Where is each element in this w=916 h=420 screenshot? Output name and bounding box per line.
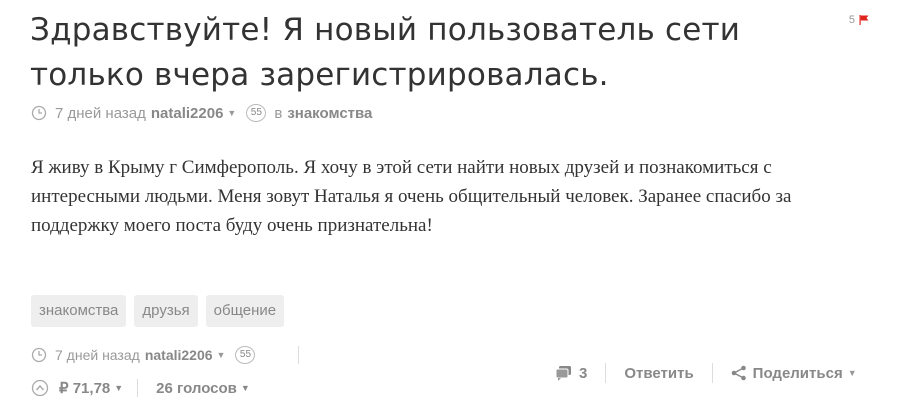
share-label: Поделиться	[752, 364, 843, 382]
votes-count[interactable]: 26 голосов	[156, 380, 237, 397]
author-link[interactable]: natali2206	[151, 105, 224, 122]
blog-category-link[interactable]: знакомства	[287, 105, 372, 122]
comments-count: 3	[579, 364, 588, 382]
author-reputation-badge: 55	[235, 346, 256, 364]
payout-value[interactable]: ₽ 71,78	[59, 379, 110, 397]
divider	[605, 363, 607, 383]
reply-button[interactable]: Ответить	[624, 365, 693, 382]
tag-item[interactable]: друзья	[134, 295, 198, 327]
caret-down-icon[interactable]: ▼	[217, 350, 226, 360]
in-label: в	[274, 104, 283, 122]
share-button[interactable]: Поделиться ▼	[731, 365, 857, 382]
share-icon	[731, 365, 746, 381]
post-actions: 3 Ответить Поделиться ▼	[555, 363, 857, 383]
rating-bar: ₽ 71,78 ▼ 26 голосов ▼	[31, 379, 250, 397]
flag-count: 5	[848, 14, 855, 26]
comments-button[interactable]: 3	[555, 365, 587, 382]
post-meta-bottom: 7 дней назад natali2206 ▼ 55	[31, 346, 256, 364]
post-body: Я живу в Крыму г Симферополь. Я хочу в э…	[31, 157, 792, 236]
caret-down-icon[interactable]: ▼	[114, 383, 123, 393]
flag-icon[interactable]	[859, 15, 869, 25]
clock-icon	[31, 105, 47, 121]
divider	[137, 379, 139, 397]
post-time[interactable]: 7 дней назад	[55, 105, 146, 122]
tag-list: знакомства друзья общение	[31, 295, 285, 327]
tag-item[interactable]: общение	[205, 295, 285, 327]
caret-down-icon[interactable]: ▼	[241, 383, 250, 393]
divider	[298, 346, 299, 364]
post-time[interactable]: 7 дней назад	[55, 347, 140, 363]
upvote-icon[interactable]	[31, 379, 49, 397]
flag-control[interactable]: 5	[849, 14, 869, 26]
post-title: Здравствуйте! Я новый пользователь сети …	[30, 12, 741, 93]
caret-down-icon[interactable]: ▼	[227, 108, 236, 118]
caret-down-icon[interactable]: ▼	[848, 368, 857, 378]
clock-icon	[31, 347, 47, 363]
author-link[interactable]: natali2206	[145, 347, 213, 363]
post-meta-top: 7 дней назад natali2206 ▼ 55 в знакомств…	[31, 104, 372, 122]
divider	[711, 363, 713, 383]
comments-icon	[555, 366, 571, 381]
author-reputation-badge: 55	[246, 104, 267, 122]
tag-item[interactable]: знакомства	[31, 295, 127, 327]
